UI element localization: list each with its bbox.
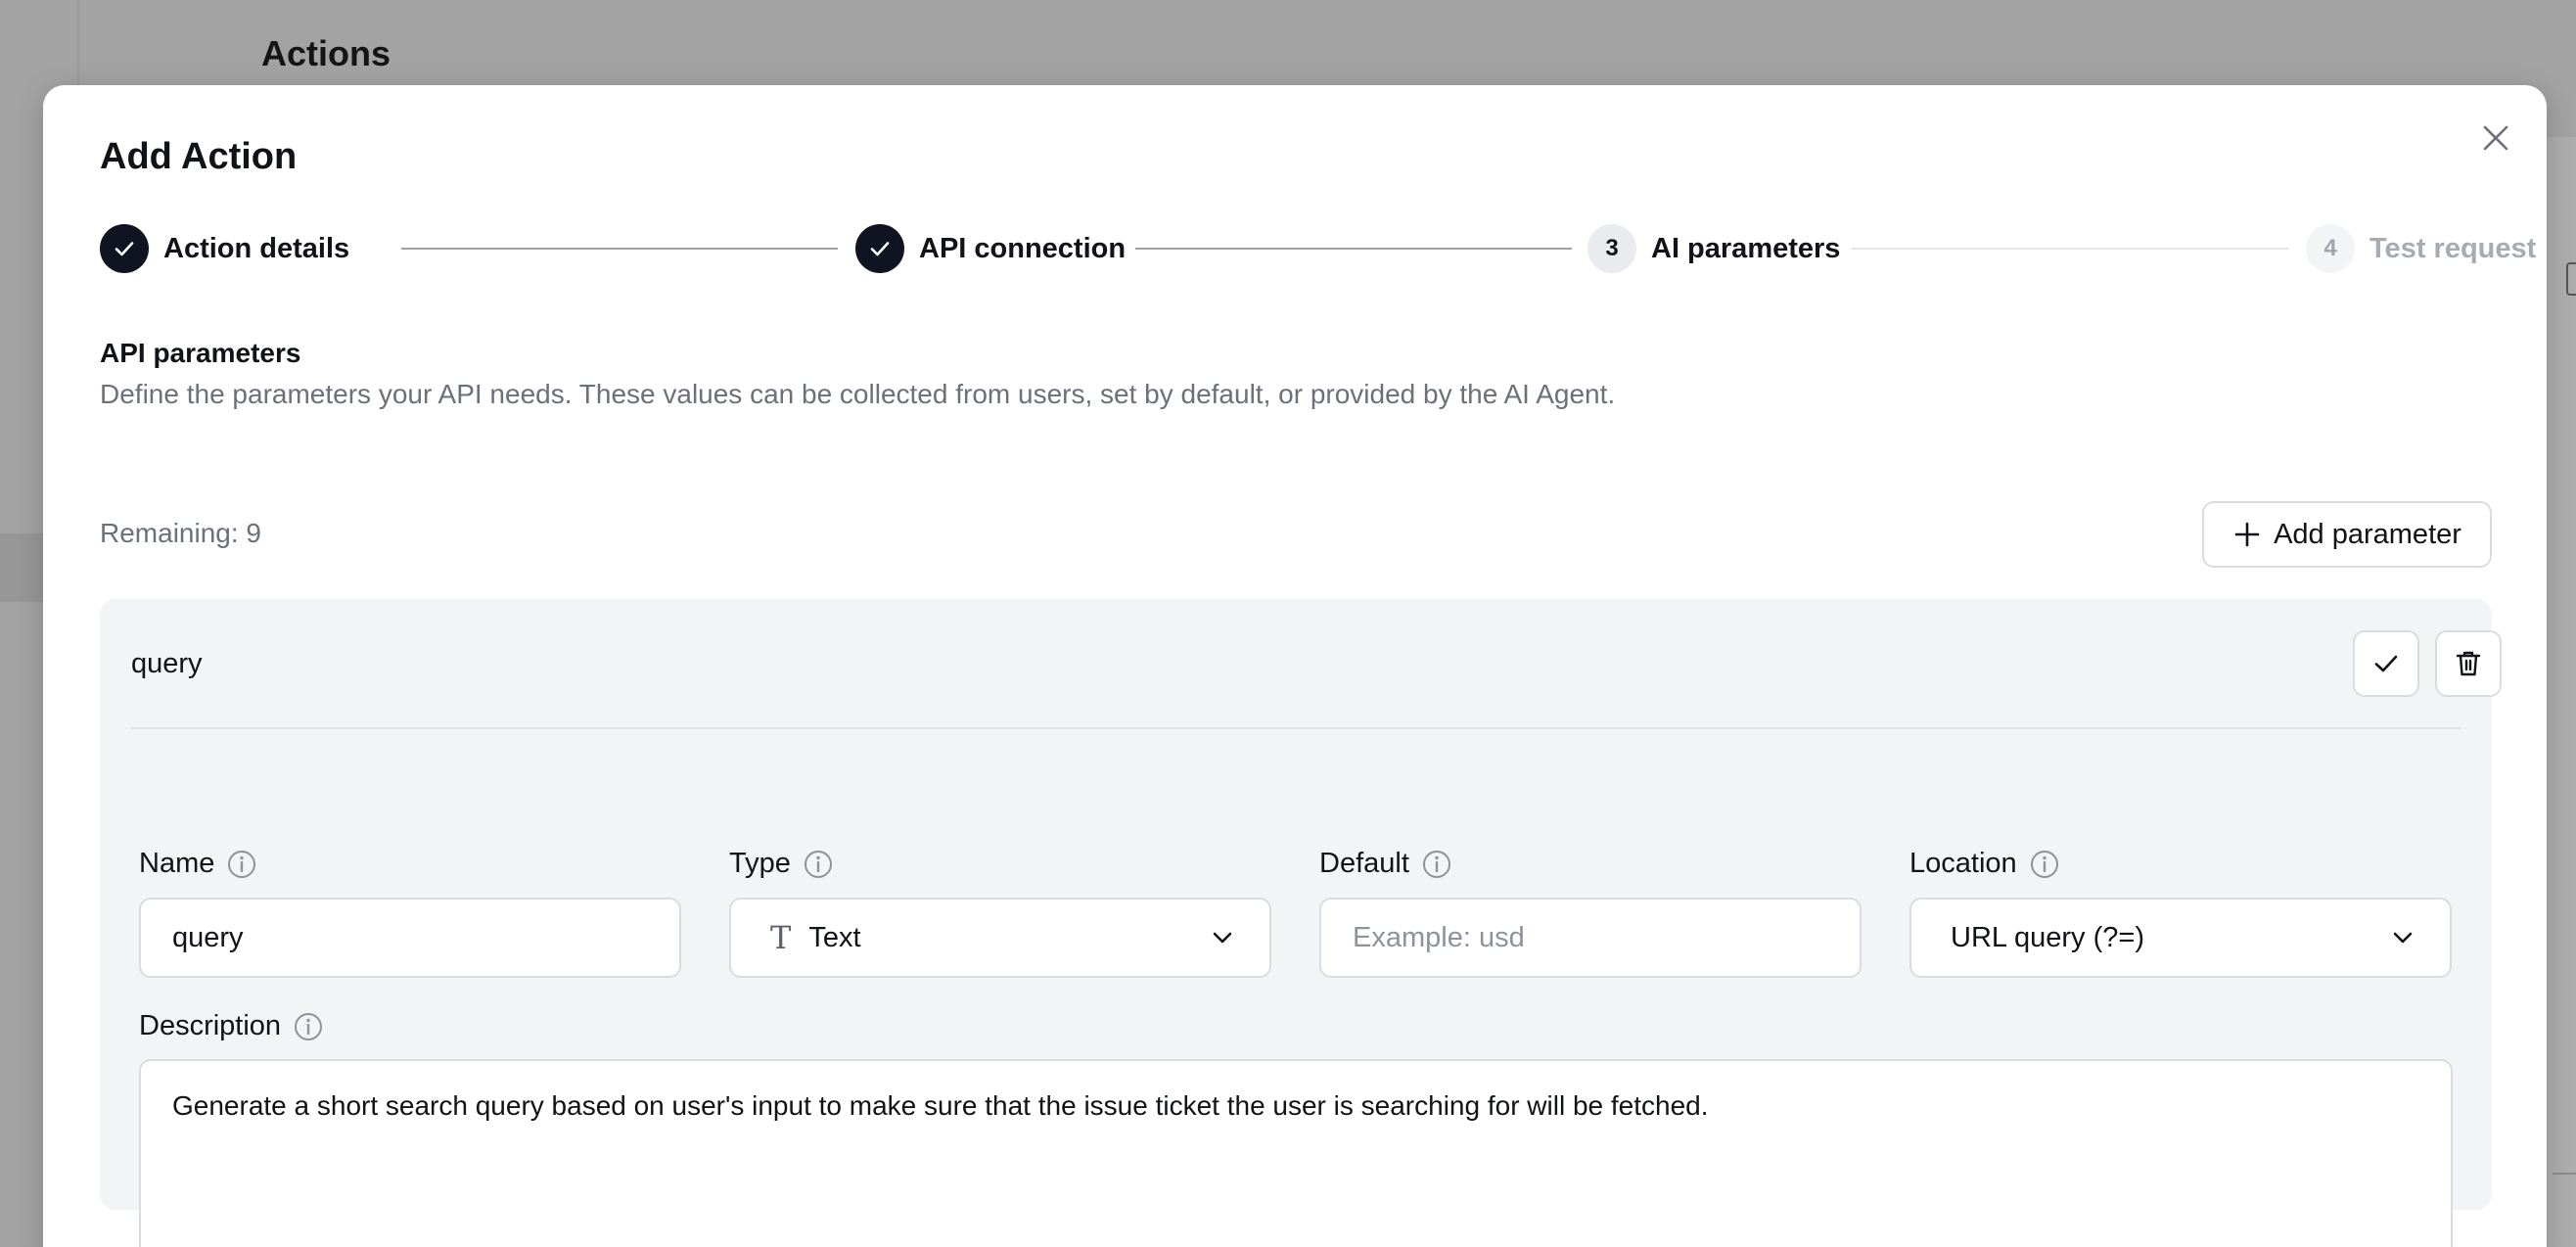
step-label: Action details	[163, 232, 350, 264]
step-test-request[interactable]: 4 Test request	[2306, 224, 2536, 273]
chevron-down-icon	[2393, 932, 2413, 944]
check-icon	[115, 242, 134, 256]
step-number-badge: 4	[2306, 224, 2355, 273]
name-label-text: Name	[139, 848, 215, 879]
close-icon	[2483, 125, 2508, 151]
default-label-text: Default	[1319, 848, 1409, 879]
add-parameter-button[interactable]: Add parameter	[2202, 501, 2492, 568]
stepper: Action details API connection 3 AI param…	[100, 224, 2536, 273]
step-label: AI parameters	[1651, 232, 1841, 264]
info-icon[interactable]	[293, 1011, 324, 1042]
parameter-header-name: query	[131, 648, 203, 679]
step-number-badge: 3	[1587, 224, 1636, 273]
step-api-connection[interactable]: API connection	[855, 224, 1126, 273]
close-button[interactable]	[2474, 116, 2517, 160]
default-field[interactable]	[1319, 898, 1862, 978]
add-action-modal: Add Action Action details API connection…	[43, 85, 2547, 1247]
type-label-text: Type	[729, 848, 791, 879]
background-right-divider	[2553, 1173, 2576, 1175]
section-description: Define the parameters your API needs. Th…	[100, 379, 1616, 409]
description-label: Description	[139, 1010, 324, 1042]
step-label: API connection	[919, 232, 1127, 264]
chevron-down-icon	[1213, 932, 1232, 944]
add-parameter-label: Add parameter	[2274, 518, 2461, 550]
info-icon[interactable]	[226, 849, 257, 880]
remaining-count: Remaining: 9	[100, 518, 261, 548]
modal-title: Add Action	[100, 136, 298, 177]
step-connector	[1135, 248, 1572, 250]
info-icon[interactable]	[1421, 849, 1452, 880]
background-page-title: Actions	[261, 33, 391, 73]
step-complete-badge	[855, 224, 904, 273]
step-action-details[interactable]: Action details	[100, 224, 349, 273]
step-label: Test request	[2369, 232, 2537, 264]
card-divider	[131, 727, 2461, 729]
default-input[interactable]	[1321, 921, 1860, 954]
default-label: Default	[1319, 848, 1452, 880]
check-icon	[870, 242, 890, 256]
info-icon[interactable]	[803, 849, 834, 880]
step-ai-parameters[interactable]: 3 AI parameters	[1587, 224, 1840, 273]
type-select-value: Text	[808, 921, 861, 953]
name-field[interactable]	[139, 898, 681, 978]
step-connector	[1852, 248, 2288, 250]
description-label-text: Description	[139, 1010, 282, 1041]
trash-icon	[2456, 651, 2481, 676]
type-select[interactable]: T Text	[729, 898, 1271, 978]
check-icon	[2374, 655, 2398, 672]
location-label-text: Location	[1909, 848, 2017, 879]
plus-icon	[2234, 522, 2260, 547]
step-connector	[401, 248, 838, 250]
parameter-card: query Name Type T Text	[100, 599, 2502, 1247]
description-textarea[interactable]: Generate a short search query based on u…	[139, 1059, 2453, 1247]
background-right-icon	[2566, 262, 2576, 296]
location-label: Location	[1909, 848, 2060, 880]
location-select[interactable]: URL query (?=)	[1909, 898, 2452, 978]
info-icon[interactable]	[2029, 849, 2060, 880]
name-input[interactable]	[141, 921, 679, 954]
section-title: API parameters	[100, 338, 301, 368]
delete-parameter-button[interactable]	[2435, 630, 2502, 697]
step-complete-badge	[100, 224, 149, 273]
background-selected-row	[0, 533, 43, 602]
text-type-icon: T	[770, 919, 792, 956]
type-label: Type	[729, 848, 834, 880]
confirm-parameter-button[interactable]	[2353, 630, 2419, 697]
location-select-value: URL query (?=)	[1951, 921, 2144, 953]
name-label: Name	[139, 848, 257, 880]
